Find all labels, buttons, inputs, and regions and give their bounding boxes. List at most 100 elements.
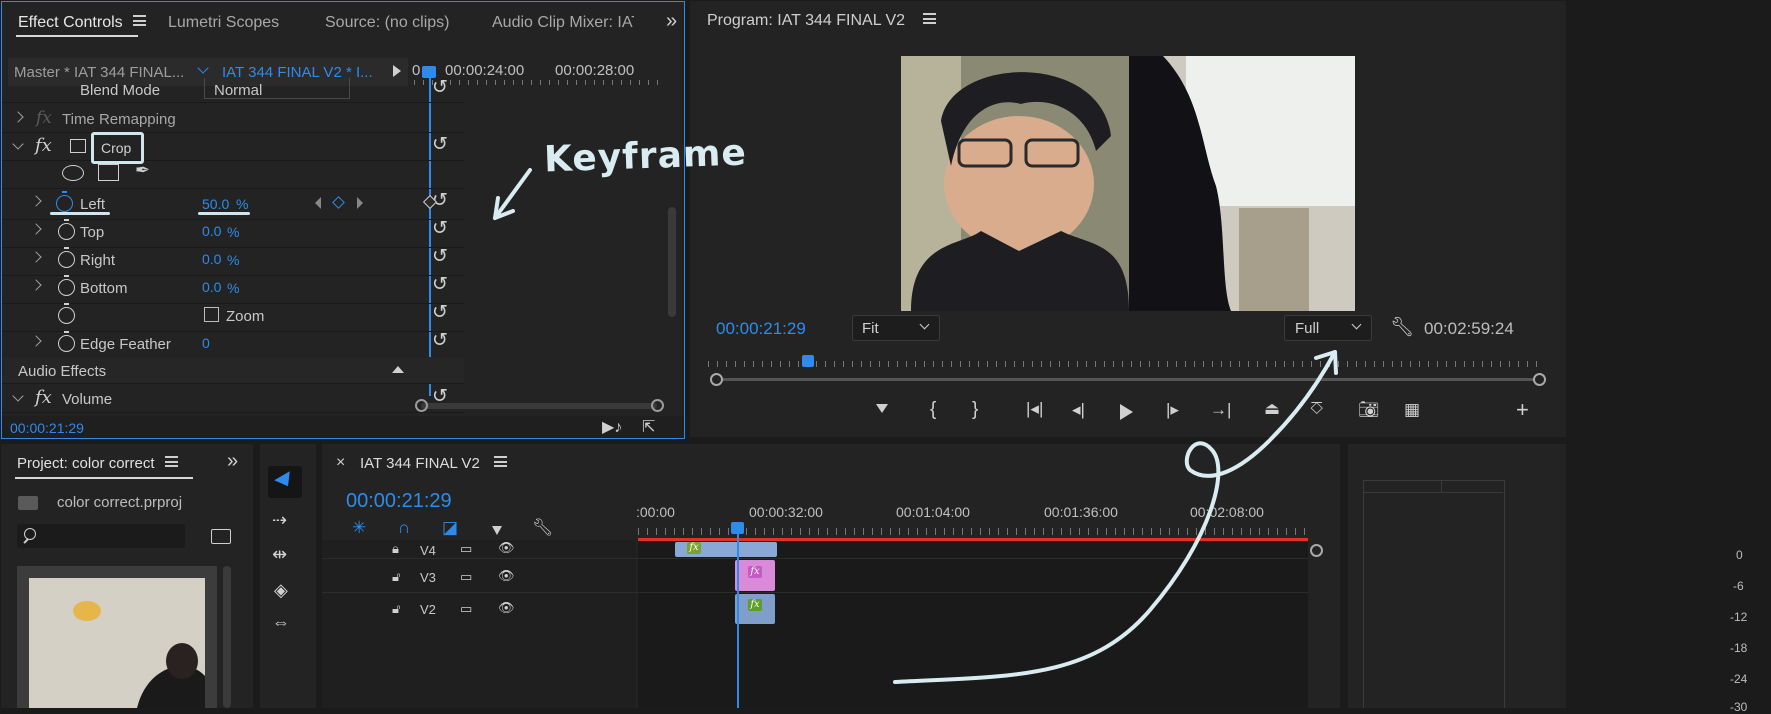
stopwatch-icon[interactable]	[58, 303, 75, 324]
sync-lock-icon[interactable]: ▭	[460, 601, 472, 617]
nest-icon[interactable]: ✳	[352, 518, 366, 538]
export-frame-icon[interactable]: 📷︎	[1358, 400, 1380, 420]
menu-icon[interactable]	[132, 15, 146, 26]
export-icon[interactable]: ⇱	[642, 417, 655, 437]
add-marker-icon[interactable]	[492, 526, 502, 535]
reset-icon[interactable]: ↺	[432, 217, 448, 240]
param-value[interactable]: 0.0	[202, 279, 221, 295]
comparison-view-icon[interactable]: ▦	[1404, 400, 1420, 420]
fx-icon[interactable]: fx	[35, 135, 52, 156]
menu-icon[interactable]	[164, 456, 178, 467]
add-marker-icon[interactable]	[876, 404, 888, 413]
ellipse-mask-icon[interactable]	[62, 165, 84, 181]
eye-icon[interactable]: 👁︎	[498, 600, 515, 616]
lift-icon[interactable]: ⏏	[1264, 399, 1280, 419]
param-value[interactable]: 50.0	[202, 196, 229, 212]
next-keyframe-icon[interactable]	[357, 197, 363, 209]
rectangle-mask-icon[interactable]	[98, 164, 119, 181]
stopwatch-icon[interactable]	[58, 247, 75, 268]
program-timecode[interactable]: 00:00:21:29	[716, 319, 806, 339]
lock-icon[interactable]: 🔓︎	[392, 569, 400, 585]
lock-icon[interactable]: 🔒︎	[392, 541, 399, 557]
sequence-title[interactable]: IAT 344 FINAL V2	[360, 455, 507, 472]
prev-keyframe-icon[interactable]	[315, 197, 321, 209]
reset-icon[interactable]: ↺	[432, 329, 448, 352]
reset-icon[interactable]: ↺	[432, 273, 448, 296]
eye-icon[interactable]: 👁︎	[498, 540, 515, 556]
eye-icon[interactable]: 👁︎	[498, 568, 515, 584]
tab-effect-controls[interactable]: Effect Controls	[18, 14, 146, 32]
more-panels-icon[interactable]: »	[666, 10, 677, 33]
sync-lock-icon[interactable]: ▭	[460, 541, 472, 557]
chevron-right-icon[interactable]	[30, 223, 42, 235]
transform-box-icon[interactable]	[70, 139, 86, 153]
project-title[interactable]: Project: color correct	[17, 455, 178, 472]
project-scrollbar[interactable]	[223, 566, 231, 708]
reset-icon[interactable]: ↺	[432, 133, 448, 156]
scroll-handle-left[interactable]	[415, 399, 428, 412]
reset-icon[interactable]: ↺	[432, 301, 448, 324]
close-sequence-icon[interactable]: ×	[336, 454, 345, 472]
step-forward-icon[interactable]: |▸	[1166, 400, 1179, 420]
tab-lumetri-scopes[interactable]: Lumetri Scopes	[168, 14, 279, 32]
vertical-scrollbar[interactable]	[668, 207, 676, 317]
tab-source[interactable]: Source: (no clips)	[325, 14, 450, 32]
add-keyframe-icon[interactable]	[332, 196, 345, 209]
zoom-handle-left[interactable]	[710, 373, 723, 386]
mark-in-icon[interactable]: {	[930, 399, 936, 421]
chevron-down-icon[interactable]	[12, 138, 24, 150]
chevron-down-icon[interactable]	[12, 390, 24, 402]
tab-audio-clip-mixer[interactable]: Audio Clip Mixer: IAT 3	[492, 14, 634, 32]
effect-controls-timecode[interactable]: 00:00:21:29	[10, 420, 84, 436]
play-icon[interactable]	[1120, 404, 1133, 420]
find-bin-icon[interactable]	[211, 529, 231, 544]
program-playhead[interactable]	[802, 355, 814, 367]
edge-feather-value[interactable]: 0	[202, 335, 210, 351]
mark-out-icon[interactable]: }	[972, 399, 978, 421]
chevron-right-icon[interactable]	[30, 251, 42, 263]
razor-icon[interactable]: ◈	[274, 580, 288, 601]
master-clip-label[interactable]: Master * IAT 344 FINAL...	[14, 64, 184, 81]
lock-icon[interactable]: 🔓︎	[392, 601, 400, 617]
wrench-icon[interactable]: 🔧︎	[1390, 315, 1414, 339]
chevron-right-icon[interactable]	[30, 335, 42, 347]
media-thumbnail[interactable]	[17, 566, 217, 708]
timeline-end-handle[interactable]	[1310, 544, 1323, 557]
linked-selection-icon[interactable]: ◪	[442, 518, 458, 538]
extract-icon[interactable]: ⎏	[1310, 399, 1323, 419]
chevron-right-icon[interactable]	[30, 195, 42, 207]
stopwatch-icon[interactable]	[56, 191, 73, 212]
horizontal-scrollbar[interactable]	[421, 403, 657, 409]
play-triangle-icon[interactable]	[393, 65, 401, 77]
fit-dropdown[interactable]: Fit	[852, 315, 940, 341]
zoom-handle-right[interactable]	[1533, 373, 1546, 386]
timeline-settings-icon[interactable]: 🔧︎	[532, 518, 554, 538]
snap-magnet-icon[interactable]: ∩	[398, 518, 410, 538]
slip-icon[interactable]: ⇔	[272, 612, 290, 633]
go-to-out-icon[interactable]: →|	[1210, 400, 1231, 420]
sync-lock-icon[interactable]: ▭	[460, 569, 472, 585]
chevron-right-icon[interactable]	[30, 279, 42, 291]
go-to-in-icon[interactable]: |◂|	[1026, 399, 1043, 419]
search-input[interactable]	[17, 524, 185, 548]
selection-tool-icon[interactable]	[268, 466, 302, 498]
menu-icon[interactable]	[923, 13, 937, 24]
fx-icon[interactable]: fx	[35, 387, 52, 408]
play-audio-icon[interactable]: ▶♪	[602, 417, 622, 437]
pen-mask-icon[interactable]: ✒	[135, 160, 150, 181]
more-panels-icon[interactable]: »	[227, 450, 238, 473]
timeline-timecode[interactable]: 00:00:21:29	[346, 490, 452, 513]
track-select-icon[interactable]: ⇢	[272, 510, 287, 531]
ripple-edit-icon[interactable]: ⇹	[272, 544, 287, 565]
stopwatch-icon[interactable]	[58, 331, 75, 352]
reset-icon[interactable]: ↺	[432, 245, 448, 268]
reset-icon[interactable]: ↺	[432, 76, 448, 99]
add-button-icon[interactable]: +	[1516, 397, 1529, 423]
zoom-checkbox[interactable]	[204, 307, 219, 322]
param-value[interactable]: 0.0	[202, 251, 221, 267]
folder-up-icon[interactable]	[18, 496, 38, 510]
timeline-playhead-handle[interactable]	[731, 522, 744, 534]
chevron-right-icon[interactable]	[12, 111, 24, 123]
collapse-triangle-icon[interactable]	[392, 366, 404, 373]
zoom-bar[interactable]	[720, 378, 1538, 381]
